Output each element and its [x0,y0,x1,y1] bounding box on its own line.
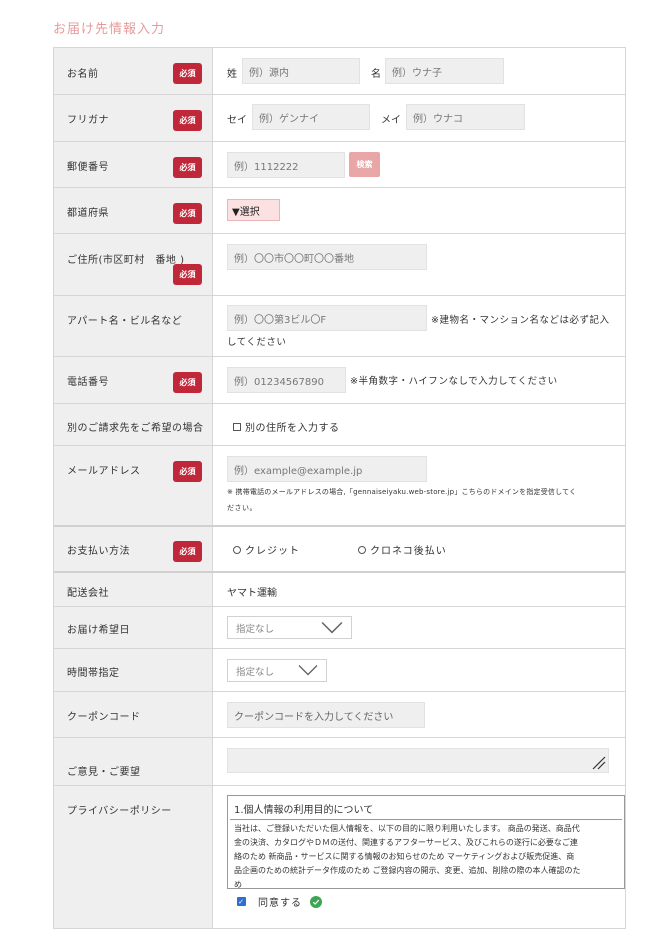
required-badge: 必須 [173,461,202,482]
row-payment: お支払い方法 必須 クレジット クロネコ後払い [54,527,625,573]
kana-first-input[interactable]: 例）ウナコ [406,104,525,130]
radio-icon [233,545,241,554]
email-input[interactable]: 例）example@example.jp [227,456,427,482]
last-name-label: 姓 [227,69,237,80]
time-slot-select[interactable]: 指定なし [227,659,327,682]
comments-label: ご意見・ご要望 [67,767,141,778]
chevron-down-icon [298,665,318,676]
privacy-policy-box[interactable]: 1.個人情報の利用目的について 当社は、ご登録いただいた個人情報を、以下の目的に… [227,795,625,889]
payment-credit-label: クレジット [245,546,300,557]
prefecture-label: 都道府県 [67,208,109,219]
payment-radio-credit[interactable]: クレジット [233,542,300,557]
page-title: お届け先情報入力 [53,22,166,37]
privacy-body: 当社は、ご登録いただいた個人情報を、以下の目的に限り利用いたします。 商品の発送… [234,824,581,889]
billing-label: 別のご請求先をご希望の場合 [67,423,204,434]
time-slot-value: 指定なし [236,666,275,678]
required-badge: 必須 [173,264,202,285]
phone-label: 電話番号 [67,377,109,388]
building-input[interactable]: 例）〇〇第3ビル〇F [227,305,427,331]
privacy-label: プライバシーポリシー [67,806,172,817]
required-badge: 必須 [173,372,202,393]
kana-label: フリガナ [67,115,109,126]
row-building: アパート名・ビル名など 例）〇〇第3ビル〇F ※建物名・マンション名などは必ず記… [54,296,625,357]
row-email: メールアドレス 必須 例）example@example.jp ※ 携帯電話のメ… [54,446,625,527]
row-time-slot: 時間帯指定 指定なし [54,649,625,692]
required-badge: 必須 [173,203,202,224]
delivery-form: お名前 必須 姓 例）源内 名 例）ウナ子 フリガナ 必須 セイ 例）ゲンナイ … [53,47,626,929]
payment-label: お支払い方法 [67,546,130,557]
row-address: ご住所(市区町村 番地 ) 必須 例）〇〇市〇〇町〇〇番地 [54,234,625,296]
chevron-down-icon [321,621,343,634]
row-comments: ご意見・ご要望 [54,738,625,786]
kana-last-input[interactable]: 例）ゲンナイ [252,104,370,130]
row-coupon: クーポンコード クーポンコードを入力してください [54,692,625,738]
required-badge: 必須 [173,110,202,131]
last-name-input[interactable]: 例）源内 [242,58,360,84]
first-name-label: 名 [371,69,381,80]
building-label: アパート名・ビル名など [67,316,183,327]
required-badge: 必須 [173,541,202,562]
kana-first-label: メイ [381,115,401,126]
prefecture-select[interactable]: ▼選択 [227,199,280,221]
time-slot-label: 時間帯指定 [67,668,120,679]
row-kana: フリガナ 必須 セイ 例）ゲンナイ メイ 例）ウナコ [54,95,625,142]
billing-checkbox-label: 別の住所を入力する [245,423,340,434]
row-prefecture: 都道府県 必須 ▼選択 [54,188,625,234]
delivery-date-value: 指定なし [236,623,275,635]
checkbox-icon [233,422,241,431]
email-label: メールアドレス [67,466,141,477]
postal-search-button[interactable]: 検索 [349,152,380,177]
row-shipping: 配送会社 ヤマト運輸 [54,573,625,607]
name-label: お名前 [67,69,99,80]
privacy-heading: 1.個人情報の利用目的について [230,796,622,820]
billing-checkbox[interactable]: 別の住所を入力する [233,419,340,434]
comments-textarea[interactable] [227,748,609,773]
payment-cod-label: クロネコ後払い [370,546,447,557]
delivery-date-label: お届け希望日 [67,625,130,636]
coupon-input[interactable]: クーポンコードを入力してください [227,702,425,728]
postal-input[interactable]: 例）1112222 [227,152,345,178]
agree-label: 同意する [258,898,302,909]
row-privacy: プライバシーポリシー 1.個人情報の利用目的について 当社は、ご登録いただいた個… [54,786,625,928]
phone-input[interactable]: 例）01234567890 [227,367,346,393]
email-note-2: ださい。 [227,504,257,512]
address-label: ご住所(市区町村 番地 ) [67,255,185,266]
row-delivery-date: お届け希望日 指定なし [54,607,625,649]
kana-last-label: セイ [227,115,247,126]
resize-handle-icon[interactable] [592,756,606,770]
payment-radio-cod[interactable]: クロネコ後払い [358,542,447,557]
check-circle-icon [310,895,322,908]
required-badge: 必須 [173,63,202,84]
coupon-label: クーポンコード [67,712,141,723]
first-name-input[interactable]: 例）ウナ子 [385,58,504,84]
checkbox-checked-icon: ✓ [237,897,246,906]
delivery-date-select[interactable]: 指定なし [227,616,352,639]
agree-checkbox[interactable]: ✓ 同意する [237,894,322,909]
address-input[interactable]: 例）〇〇市〇〇町〇〇番地 [227,244,427,270]
building-note: ※建物名・マンション名などは必ず記入 [431,315,610,326]
building-note-2: してください [227,337,287,348]
shipping-label: 配送会社 [67,588,109,599]
row-billing: 別のご請求先をご希望の場合 別の住所を入力する [54,404,625,446]
postal-label: 郵便番号 [67,162,109,173]
shipping-value: ヤマト運輸 [227,588,277,599]
email-note: ※ 携帯電話のメールアドレスの場合,「gennaiseiyaku.web-sto… [227,488,577,496]
radio-icon [358,545,366,554]
row-phone: 電話番号 必須 例）01234567890 ※半角数字・ハイフンなしで入力してく… [54,357,625,404]
required-badge: 必須 [173,157,202,178]
phone-note: ※半角数字・ハイフンなしで入力してください [350,376,558,387]
row-name: お名前 必須 姓 例）源内 名 例）ウナ子 [54,48,625,95]
row-postal: 郵便番号 必須 例）1112222 検索 [54,142,625,188]
